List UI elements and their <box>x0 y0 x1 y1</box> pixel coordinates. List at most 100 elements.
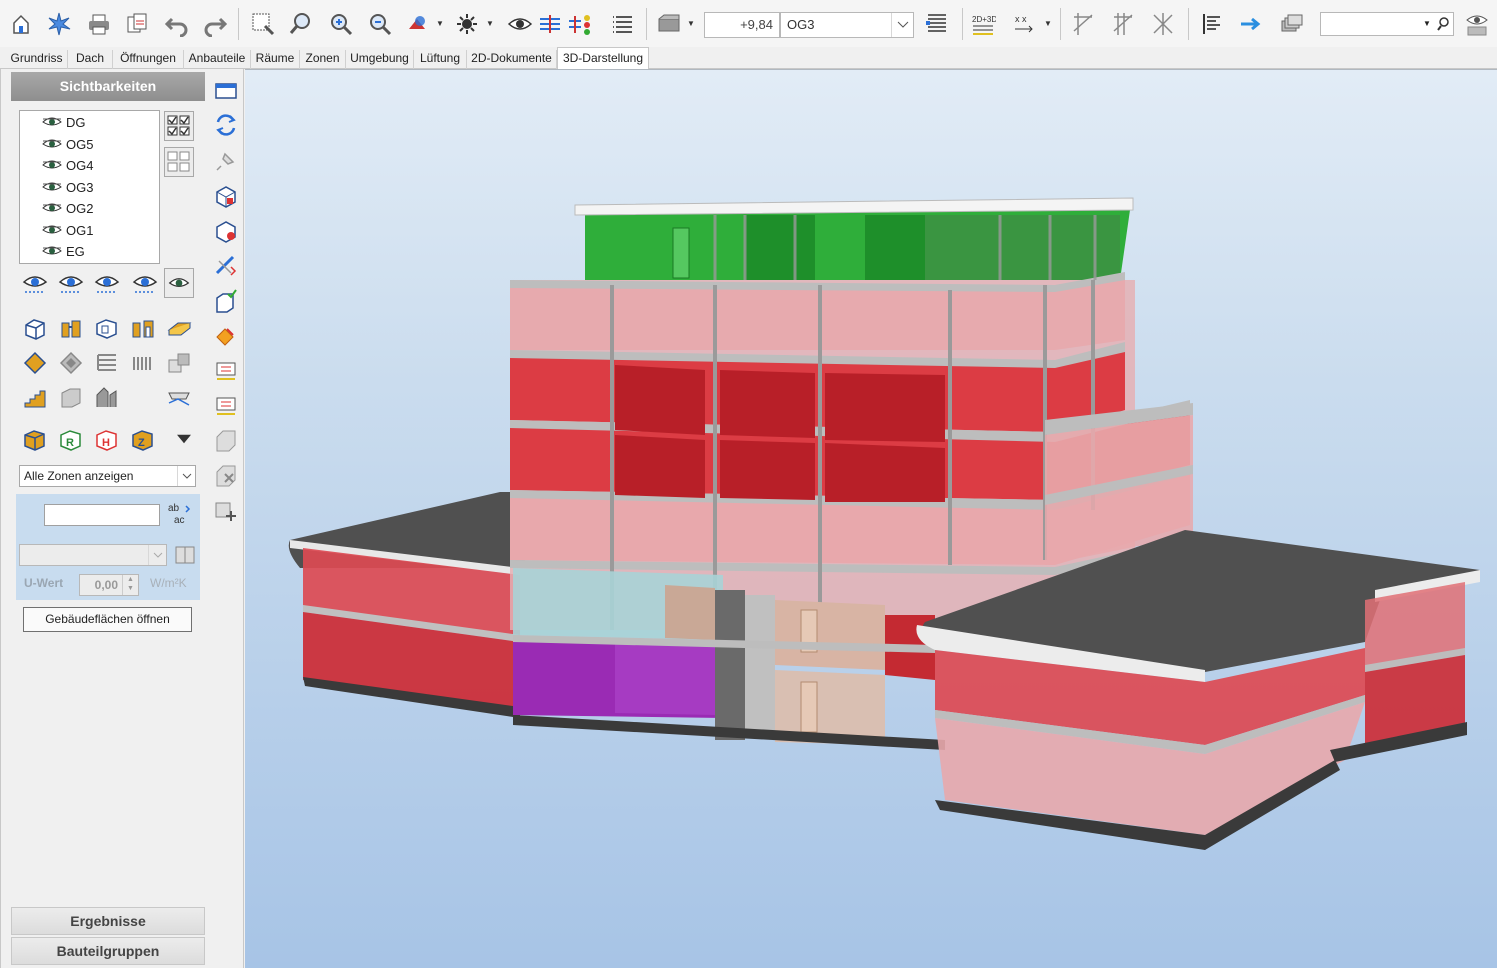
dimension-dropdown[interactable]: ▼ <box>1043 18 1053 28</box>
floor-item[interactable]: OG4 <box>42 155 93 175</box>
layers-icon[interactable] <box>1276 8 1306 40</box>
uwert-field[interactable]: 0,00 ▲ ▼ <box>79 574 139 596</box>
tab-umgebung[interactable]: Umgebung <box>346 50 414 69</box>
zoom-out-icon[interactable] <box>365 8 395 40</box>
search-input[interactable]: ▼ <box>1320 12 1454 36</box>
light-dropdown[interactable]: ▼ <box>485 18 495 28</box>
more-dropdown[interactable] <box>177 425 191 453</box>
floor-list[interactable]: DG OG5 OG4 OG3 OG2 OG1 EG <box>19 110 160 264</box>
zone-r-icon[interactable]: R <box>57 425 85 453</box>
remove-surface-icon[interactable] <box>212 461 240 489</box>
floor-item[interactable]: OG3 <box>42 177 93 197</box>
component-groups-bar[interactable]: Bauteilgruppen <box>11 937 205 965</box>
eye-icon[interactable] <box>42 224 62 236</box>
search-icon[interactable] <box>1437 16 1451 32</box>
snap-angle-icon[interactable] <box>1148 8 1178 40</box>
new-building-icon[interactable] <box>6 8 36 40</box>
floor-item[interactable]: OG1 <box>42 220 93 240</box>
visibility-eye-icon[interactable] <box>505 8 535 40</box>
terrain-icon[interactable] <box>165 384 193 412</box>
surface-icon[interactable] <box>212 426 240 454</box>
check-cube-icon[interactable] <box>212 287 240 315</box>
tab-raeume[interactable]: Räume <box>251 50 300 69</box>
results-bar[interactable]: Ergebnisse <box>11 907 205 935</box>
eye-toggle-button[interactable] <box>164 268 194 298</box>
add-surface-icon[interactable] <box>212 496 240 524</box>
view-icon[interactable] <box>654 8 684 40</box>
show-above-eye-icon[interactable] <box>57 269 85 297</box>
report-alt-icon[interactable] <box>212 391 240 419</box>
zoom-window-icon[interactable] <box>248 8 278 40</box>
open-building-surfaces-button[interactable]: Gebäudeflächen öffnen <box>23 607 192 632</box>
dimension-icon[interactable]: x x <box>1010 8 1040 40</box>
show-below-eye-icon[interactable] <box>93 269 121 297</box>
burst-icon[interactable] <box>44 8 74 40</box>
rename-abc-icon[interactable]: abac <box>166 500 192 526</box>
eye-icon[interactable] <box>42 245 62 257</box>
transfer-icon[interactable] <box>1236 8 1266 40</box>
select-all-button[interactable] <box>164 111 194 141</box>
redo-icon[interactable] <box>200 8 230 40</box>
copy-document-icon[interactable] <box>122 8 152 40</box>
tab-grundriss[interactable]: Grundriss <box>6 50 68 69</box>
insulation-icon[interactable] <box>93 349 121 377</box>
measure-icon[interactable] <box>212 252 240 280</box>
tab-dach[interactable]: Dach <box>68 50 113 69</box>
section-icon[interactable] <box>535 8 565 40</box>
eye-icon[interactable] <box>42 181 62 193</box>
light-icon[interactable] <box>452 8 482 40</box>
stairs-icon[interactable] <box>21 384 49 412</box>
slab-icon[interactable] <box>165 314 193 342</box>
show-current-eye-icon[interactable] <box>131 269 159 297</box>
wall-icon[interactable] <box>21 314 49 342</box>
2d-3d-icon[interactable]: 2D+3D <box>968 8 998 40</box>
floor-plate-icon[interactable] <box>21 349 49 377</box>
view-dropdown[interactable]: ▼ <box>686 18 696 28</box>
building-3d-model[interactable] <box>245 70 1497 968</box>
eye-icon[interactable] <box>42 159 62 171</box>
zoom-fit-icon[interactable] <box>286 8 316 40</box>
settings-eye-icon[interactable] <box>1462 8 1492 40</box>
tab-lueftung[interactable]: Lüftung <box>414 50 467 69</box>
window-view-icon[interactable] <box>212 77 240 105</box>
traffic-light-icon[interactable] <box>565 8 595 40</box>
3d-viewport[interactable] <box>245 69 1497 968</box>
tab-2d-dokumente[interactable]: 2D-Dokumente <box>467 50 557 69</box>
floor-item[interactable]: OG5 <box>42 134 93 154</box>
tab-anbauteile[interactable]: Anbauteile <box>184 50 251 69</box>
ceiling-icon[interactable] <box>57 349 85 377</box>
print-icon[interactable] <box>84 8 114 40</box>
align-icon[interactable] <box>1196 8 1226 40</box>
zone-z-icon[interactable]: Z <box>129 425 157 453</box>
snap-points-icon[interactable] <box>1108 8 1138 40</box>
height-field[interactable]: +9,84 <box>704 12 780 38</box>
eye-icon[interactable] <box>42 138 62 150</box>
cube-select-icon[interactable] <box>212 182 240 210</box>
eye-icon[interactable] <box>42 202 62 214</box>
catalog-book-icon[interactable] <box>174 544 196 566</box>
zone-h-icon[interactable]: H <box>93 425 121 453</box>
chevron-down-icon[interactable] <box>148 545 166 565</box>
deselect-all-button[interactable] <box>164 147 194 177</box>
refresh-icon[interactable] <box>212 111 240 139</box>
panel-header[interactable]: Sichtbarkeiten <box>11 72 205 101</box>
tab-zonen[interactable]: Zonen <box>300 50 346 69</box>
undo-icon[interactable] <box>162 8 192 40</box>
floor-item[interactable]: OG2 <box>42 198 93 218</box>
tab-3d-darstellung[interactable]: 3D-Darstellung <box>557 47 649 70</box>
tab-oeffnungen[interactable]: Öffnungen <box>113 50 184 69</box>
eye-icon[interactable] <box>42 116 62 128</box>
zoom-in-icon[interactable] <box>326 8 356 40</box>
column-icon[interactable] <box>57 314 85 342</box>
list-icon[interactable] <box>608 8 638 40</box>
floor-list-icon[interactable] <box>922 8 952 40</box>
floor-select[interactable]: OG3 <box>780 12 914 38</box>
search-dropdown-icon[interactable]: ▼ <box>1423 19 1431 28</box>
chevron-down-icon[interactable] <box>177 466 195 486</box>
uwert-spinner[interactable]: ▲ ▼ <box>122 575 138 595</box>
door-icon[interactable] <box>129 314 157 342</box>
roof-part-icon[interactable] <box>93 384 121 412</box>
radiator-icon[interactable] <box>129 349 157 377</box>
window-icon[interactable] <box>93 314 121 342</box>
floor-item[interactable]: DG <box>42 112 86 132</box>
